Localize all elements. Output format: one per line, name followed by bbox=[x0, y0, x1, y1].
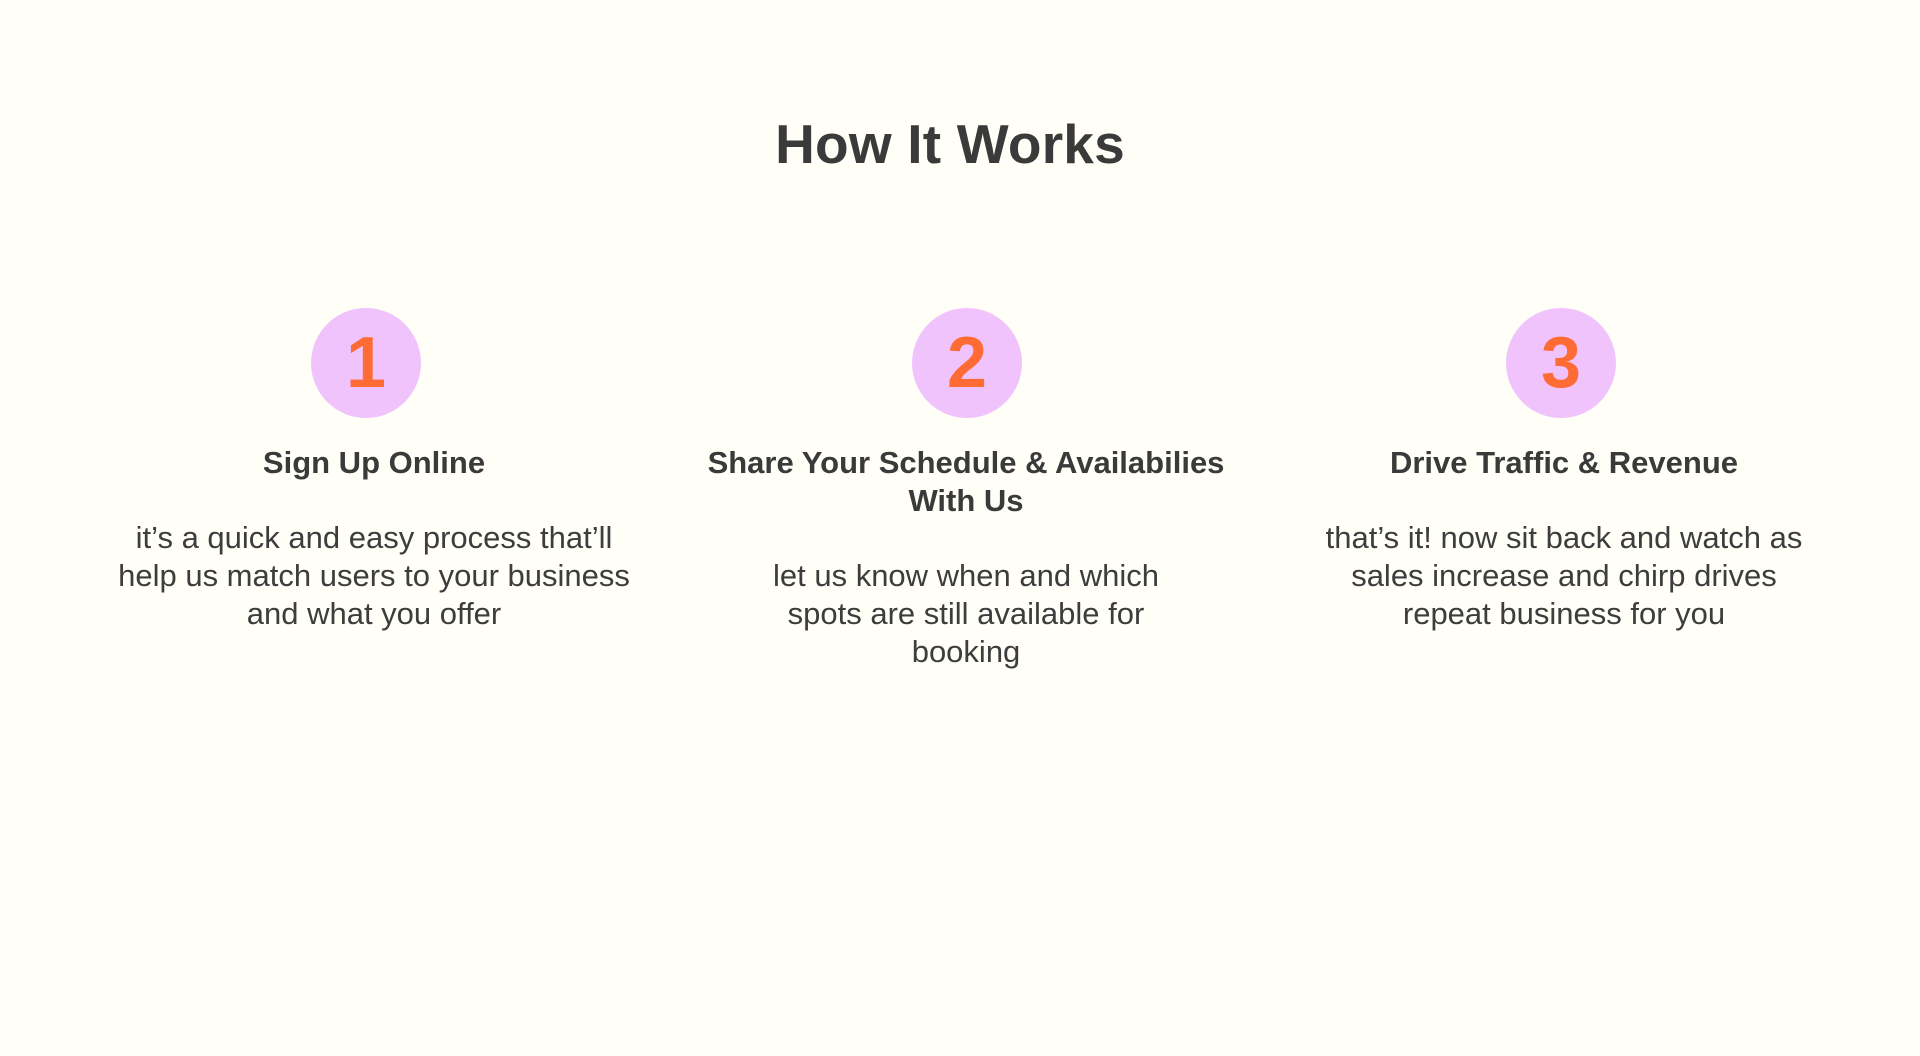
steps-list: 1 Sign Up Online it’s a quick and easy p… bbox=[0, 0, 1920, 1056]
step-card-1: 1 Sign Up Online it’s a quick and easy p… bbox=[94, 308, 654, 633]
step-description: it’s a quick and easy process that’ll he… bbox=[118, 520, 630, 631]
step-description: that’s it! now sit back and watch as sal… bbox=[1325, 520, 1803, 631]
step-title: Sign Up Online bbox=[262, 445, 486, 480]
step-number-badge: 2 bbox=[912, 308, 1022, 418]
step-title: Drive Traffic & Revenue bbox=[1389, 445, 1739, 480]
step-description: let us know when and which spots are sti… bbox=[772, 558, 1159, 669]
step-title: Share Your Schedule & Availabilies With … bbox=[707, 445, 1225, 518]
step-card-2: 2 Share Your Schedule & Availabilies Wit… bbox=[686, 308, 1246, 671]
step-number-badge: 1 bbox=[311, 308, 421, 418]
how-it-works-section: How It Works 1 Sign Up Online it’s a qui… bbox=[0, 0, 1920, 1056]
step-number-badge: 3 bbox=[1506, 308, 1616, 418]
step-card-3: 3 Drive Traffic & Revenue that’s it! now… bbox=[1284, 308, 1844, 633]
